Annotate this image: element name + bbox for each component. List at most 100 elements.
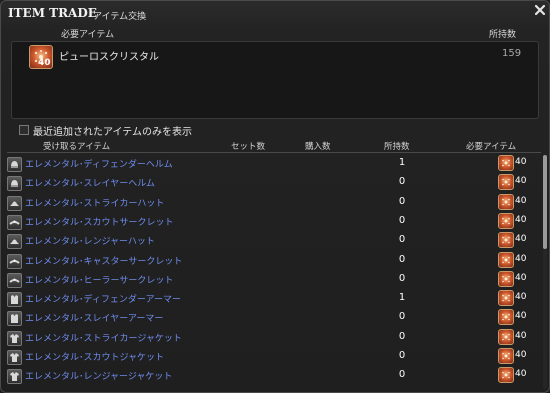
required-item-panel: 40 ピューロスクリスタル 159 <box>11 41 539 119</box>
pure-crystal-icon <box>498 270 514 287</box>
trade-item-name[interactable]: エレメンタル･レンジャーハット <box>25 234 155 247</box>
trade-item-name[interactable]: エレメンタル･スレイヤーアーマー <box>25 311 163 324</box>
trade-item-owned: 1 <box>398 157 406 168</box>
required-crystal[interactable] <box>498 290 514 307</box>
recent-only-checkbox[interactable] <box>19 125 29 135</box>
required-crystal[interactable] <box>498 232 514 249</box>
required-item-name: ピューロスクリスタル <box>59 52 159 63</box>
window-title: ITEM TRADE <box>8 6 97 20</box>
trade-item-name[interactable]: エレメンタル･ディフェンダーヘルム <box>25 157 173 170</box>
hat-icon[interactable] <box>7 234 22 250</box>
trade-row[interactable]: エレメンタル･キャスターサークレット 0 40 <box>5 251 541 270</box>
helmet-icon[interactable] <box>7 176 22 192</box>
pure-crystal-icon <box>498 328 514 345</box>
trade-item-owned: 0 <box>398 369 406 381</box>
title-bar[interactable]: ITEM TRADE アイテム交換 <box>1 1 549 25</box>
close-icon <box>534 4 546 16</box>
pure-crystal-icon <box>498 212 514 229</box>
required-crystal[interactable] <box>498 367 514 384</box>
hat-icon[interactable] <box>7 195 22 211</box>
required-qty: 40 <box>515 311 527 322</box>
required-crystal[interactable] <box>498 270 514 287</box>
trade-item-name[interactable]: エレメンタル･ストライカージャケット <box>25 331 182 344</box>
required-item-label: 必要アイテム <box>61 30 115 40</box>
required-qty: 40 <box>515 253 527 264</box>
trade-item-name[interactable]: エレメンタル･ヒーラーサークレット <box>25 273 173 286</box>
required-crystal[interactable] <box>498 212 514 229</box>
trade-row[interactable]: エレメンタル･ヒーラーサークレット 0 40 <box>5 270 541 289</box>
trade-row[interactable]: エレメンタル･ストライカージャケット 0 40 <box>5 328 541 347</box>
pure-crystal-icon <box>498 174 514 191</box>
jacket-icon[interactable] <box>7 350 22 365</box>
pure-crystal-icon <box>498 367 514 384</box>
helmet-icon[interactable] <box>7 157 22 172</box>
item-trade-window: ITEM TRADE アイテム交換 必要アイテム 所持数 40 ピューロスクリス… <box>0 0 550 393</box>
trade-item-owned: 0 <box>398 234 406 246</box>
circlet-icon[interactable] <box>7 253 22 269</box>
trade-row[interactable]: エレメンタル･スカウトサークレット 0 40 <box>5 212 541 231</box>
trade-item-owned: 0 <box>398 195 406 207</box>
trade-row[interactable]: エレメンタル･ディフェンダーヘルム 1 40 <box>5 154 541 173</box>
pure-crystal-icon <box>498 155 514 171</box>
trade-item-name[interactable]: エレメンタル･スレイヤーヘルム <box>25 176 155 189</box>
trade-item-name[interactable]: エレメンタル･レンジャージャケット <box>25 369 172 382</box>
close-button[interactable] <box>533 3 547 17</box>
trade-item-owned: 0 <box>398 311 406 323</box>
window-subtitle: アイテム交換 <box>93 12 147 22</box>
required-qty: 40 <box>515 214 527 225</box>
required-crystal[interactable] <box>498 193 514 210</box>
circlet-icon[interactable] <box>7 272 22 288</box>
col-set-count: セット数 <box>231 142 266 152</box>
required-qty: 40 <box>515 157 527 167</box>
circlet-icon[interactable] <box>7 214 22 230</box>
pure-crystal-icon <box>498 309 514 326</box>
recent-only-label: 最近追加されたアイテムのみを表示 <box>33 127 192 138</box>
trade-row[interactable]: エレメンタル･レンジャーハット 0 40 <box>5 231 541 250</box>
trade-item-owned: 0 <box>398 214 406 226</box>
list-scrollbar[interactable] <box>543 155 547 389</box>
jacket-icon[interactable] <box>7 369 22 385</box>
required-crystal[interactable] <box>498 251 514 268</box>
pure-crystal-icon <box>498 251 514 268</box>
col-purchase-count: 購入数 <box>305 142 331 152</box>
required-crystal[interactable] <box>498 174 514 191</box>
trade-row[interactable]: エレメンタル･スレイヤーアーマー 0 40 <box>5 308 541 327</box>
trade-item-list: エレメンタル･ディフェンダーヘルム 1 40 エレメンタル･スレイヤーヘルム 0 40 エレ… <box>5 154 541 392</box>
trade-row[interactable]: エレメンタル･ディフェンダーアーマー 1 40 <box>5 289 541 308</box>
trade-item-owned: 1 <box>398 292 406 304</box>
required-qty: 40 <box>515 292 527 303</box>
trade-item-owned: 0 <box>398 330 406 342</box>
required-crystal[interactable] <box>498 155 514 171</box>
trade-item-owned: 0 <box>398 272 406 284</box>
trade-item-owned: 0 <box>398 350 406 361</box>
icon-qty-badge: 40 <box>38 58 51 68</box>
required-item-owned: 159 <box>502 48 522 59</box>
col-required-item: 必要アイテム <box>466 142 517 152</box>
pure-crystal-icon[interactable]: 40 <box>29 45 53 69</box>
armor-icon[interactable] <box>7 311 22 327</box>
armor-icon[interactable] <box>7 292 22 308</box>
trade-item-name[interactable]: エレメンタル･スカウトサークレット <box>25 215 174 228</box>
trade-item-name[interactable]: エレメンタル･スカウトジャケット <box>25 350 164 363</box>
header-divider <box>7 152 541 153</box>
trade-item-name[interactable]: エレメンタル･ディフェンダーアーマー <box>25 292 181 305</box>
scroll-thumb[interactable] <box>543 155 547 249</box>
trade-row[interactable]: エレメンタル･スレイヤーヘルム 0 40 <box>5 173 541 192</box>
required-qty: 40 <box>515 369 527 380</box>
required-crystal[interactable] <box>498 309 514 326</box>
col-receive-item: 受け取るアイテム <box>43 142 111 152</box>
jacket-icon[interactable] <box>7 330 22 346</box>
required-crystal[interactable] <box>498 328 514 345</box>
pure-crystal-icon <box>498 348 514 364</box>
required-qty: 40 <box>515 350 527 360</box>
trade-row[interactable]: エレメンタル･ストライカーハット 0 40 <box>5 193 541 212</box>
trade-item-name[interactable]: エレメンタル･ストライカーハット <box>25 196 164 209</box>
pure-crystal-icon <box>498 290 514 307</box>
trade-row[interactable]: エレメンタル･スカウトジャケット 0 40 <box>5 347 541 366</box>
trade-row[interactable]: エレメンタル･レンジャージャケット 0 40 <box>5 366 541 385</box>
trade-item-owned: 0 <box>398 253 406 265</box>
required-qty: 40 <box>515 176 527 187</box>
required-crystal[interactable] <box>498 348 514 364</box>
required-qty: 40 <box>515 272 527 283</box>
trade-item-name[interactable]: エレメンタル･キャスターサークレット <box>25 254 182 267</box>
